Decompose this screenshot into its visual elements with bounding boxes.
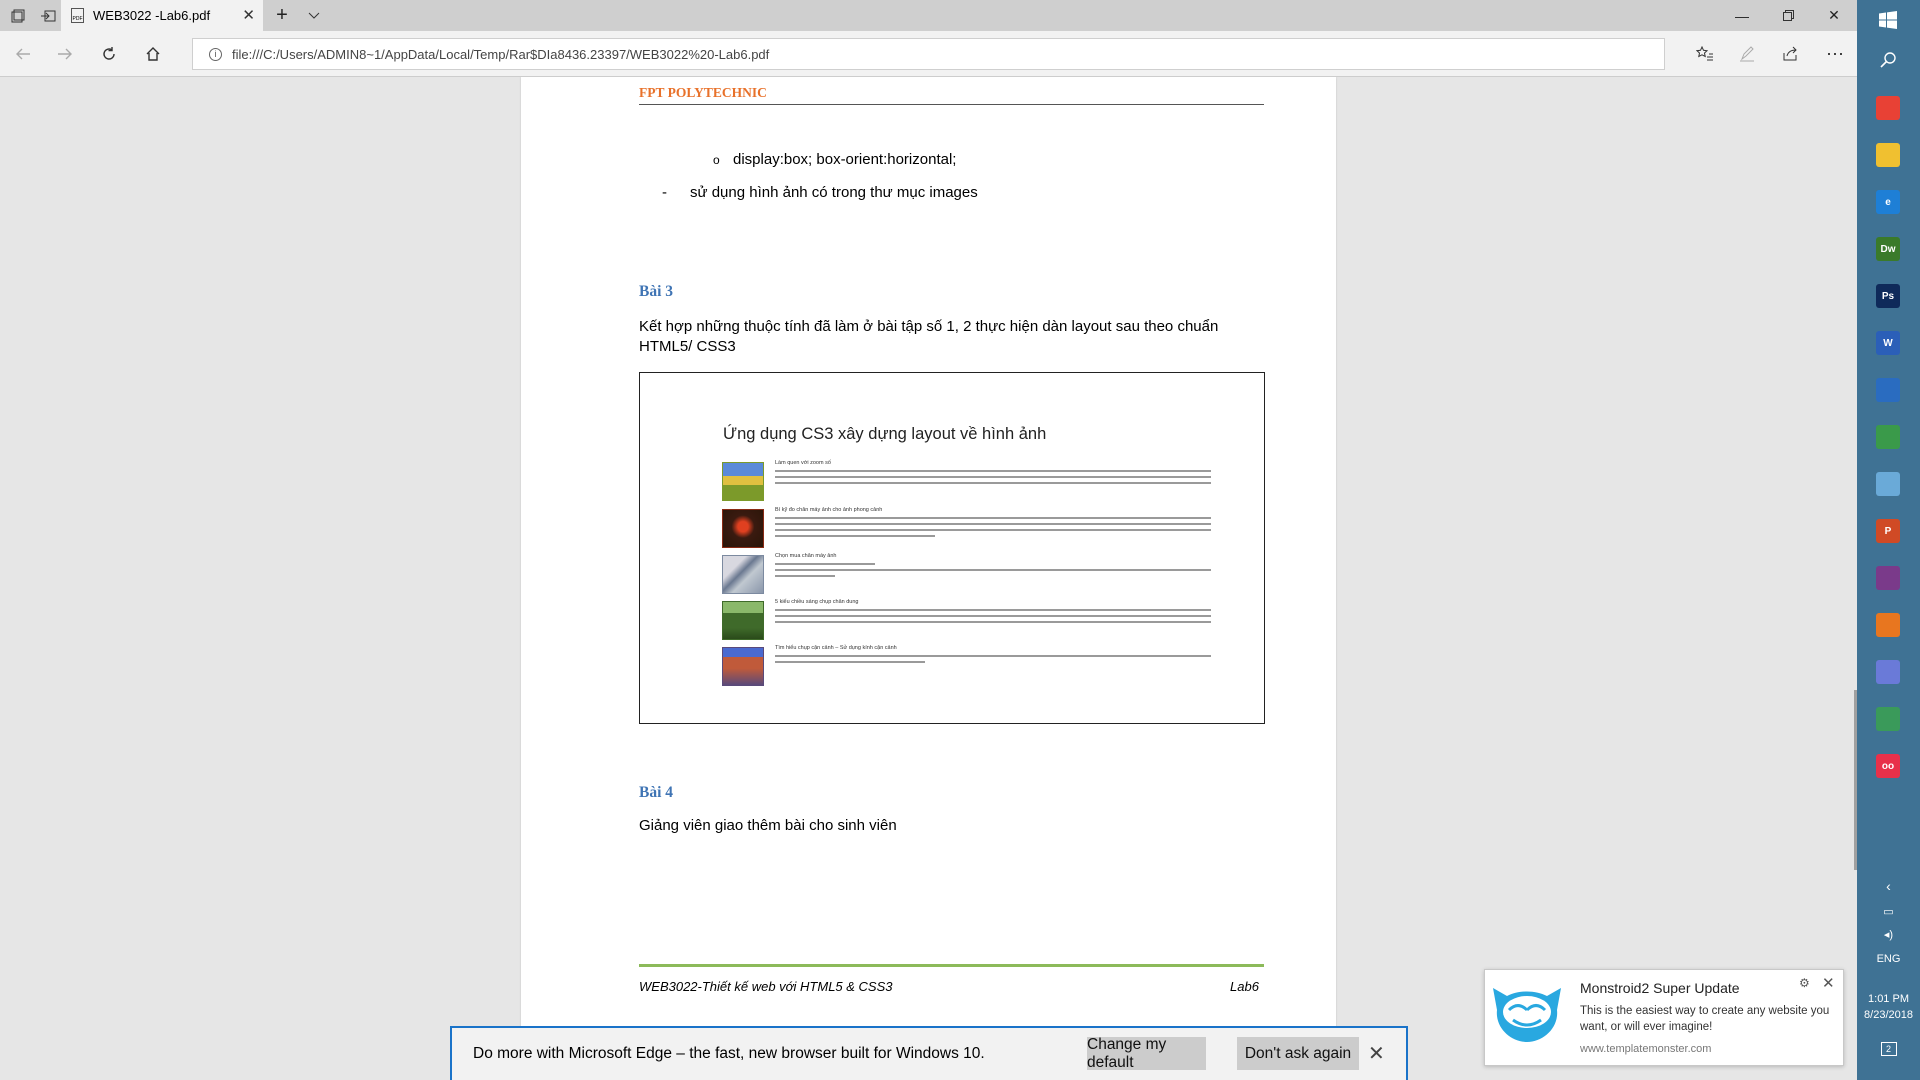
clock-time[interactable]: 1:01 PM [1857,993,1920,1005]
dont-ask-again-button[interactable]: Don't ask again [1237,1037,1359,1070]
discord-icon[interactable] [1876,660,1900,684]
sub-bullet-text: display:box; box-orient:horizontal; [733,151,957,168]
new-tab-button[interactable]: + [270,0,294,31]
figure-item-heading: Bí kỹ đo chân máy ảnh cho ảnh phong cảnh [775,507,883,513]
winrar-icon[interactable] [1876,566,1900,590]
header-divider [639,104,1264,105]
language-indicator[interactable]: ENG [1857,953,1920,965]
footer-divider [639,964,1264,967]
chevron-down-icon[interactable] [302,0,326,31]
footer-lab: Lab6 [1230,979,1259,994]
figure-item: 5 kiểu chiều sáng chụp chân dung [722,599,1211,640]
windows-start-icon[interactable] [1876,8,1900,32]
figure-item: Tìm hiểu chụp cận cảnh – Sử dụng kính cậ… [722,645,1211,686]
main-bullet-text: sử dụng hình ảnh có trong thư mục images [690,184,978,201]
figure-item-heading: Tìm hiểu chụp cận cảnh – Sử dụng kính cậ… [775,645,897,651]
tab-actions-icon[interactable] [4,0,32,31]
more-options-icon[interactable]: ⋯ [1820,39,1850,69]
navigation-bar: i file:///C:/Users/ADMIN8~1/AppData/Loca… [0,31,1857,77]
sub-bullet: o display:box; box-orient:horizontal; [713,151,956,168]
tab-active[interactable]: PDF WEB3022 -Lab6.pdf ✕ [61,0,263,31]
close-window-button[interactable]: ✕ [1811,0,1857,31]
brand-logo-text: FPT POLYTECHNIC [639,85,767,100]
toast-notification[interactable]: Monstroid2 Super Update This is the easi… [1484,969,1844,1066]
close-icon[interactable]: ✕ [1822,974,1835,992]
share-icon[interactable] [1775,39,1805,69]
refresh-icon[interactable] [94,39,124,69]
home-icon[interactable] [138,39,168,69]
figure-item-heading: 5 kiểu chiều sáng chụp chân dung [775,599,859,605]
back-arrow-icon[interactable] [8,39,38,69]
edge-notification-bar: Do more with Microsoft Edge – the fast, … [450,1026,1408,1080]
close-icon[interactable]: ✕ [1368,1041,1385,1066]
address-bar[interactable]: i file:///C:/Users/ADMIN8~1/AppData/Loca… [192,38,1665,70]
set-aside-tabs-icon[interactable] [34,0,62,31]
bai3-heading: Bài 3 [639,283,674,300]
battery-icon[interactable]: ▭ [1857,905,1920,918]
pdf-page: FPT POLYTECHNIC o display:box; box-orient… [521,77,1336,1080]
search-icon[interactable] [1876,48,1900,72]
bullet-marker: - [662,184,667,201]
bullet-marker: o [713,153,720,167]
chrome-icon[interactable] [1876,96,1900,120]
thumbnail-image [722,555,764,594]
android-studio-icon[interactable] [1876,707,1900,731]
main-bullet: - sử dụng hình ảnh có trong thư mục image… [662,184,978,201]
windows-taskbar: e Dw Ps W Poo ‹ ▭ ◂) ENG 1:01 PM 8/23/2018 2 [1857,0,1920,1080]
toast-url: www.templatemonster.com [1580,1043,1712,1055]
edge-icon[interactable]: e [1876,190,1900,214]
edge-message: Do more with Microsoft Edge – the fast, … [473,1045,985,1062]
flickr-app-icon[interactable]: oo [1876,754,1900,778]
layout-figure: Ứng dụng CS3 xây dựng layout về hình ảnh… [639,372,1265,724]
bai4-text: Giảng viên giao thêm bài cho sinh viên [639,817,897,834]
photoshop-icon[interactable]: Ps [1876,284,1900,308]
close-tab-icon[interactable]: ✕ [242,6,255,24]
figure-item: Chọn mua chân máy ảnh [722,553,1211,594]
figure-title: Ứng dụng CS3 xây dựng layout về hình ảnh [723,425,1047,443]
powerpoint-icon[interactable]: P [1876,519,1900,543]
volume-icon[interactable]: ◂) [1857,928,1920,941]
thumbnail-image [722,601,764,640]
change-default-button[interactable]: Change my default [1087,1036,1206,1071]
toast-title: Monstroid2 Super Update [1580,980,1740,996]
figure-item: Làm quen với zoom số [722,460,1211,501]
clock-date[interactable]: 8/23/2018 [1857,1009,1920,1021]
bai4-heading: Bài 4 [639,784,674,801]
word-icon[interactable]: W [1876,331,1900,355]
restore-button[interactable] [1765,0,1811,31]
thumbnail-image [722,462,764,501]
figure-item: Bí kỹ đo chân máy ảnh cho ảnh phong cảnh [722,507,1211,548]
bai3-text: Kết hợp những thuộc tính đã làm ở bài tậ… [639,318,1219,355]
file-explorer-icon[interactable] [1876,143,1900,167]
gear-icon[interactable]: ⚙ [1799,976,1810,990]
virtualbox-icon[interactable] [1876,378,1900,402]
chevron-up-icon[interactable]: ‹ [1857,878,1920,894]
thumbnail-image [722,647,764,686]
pdf-icon: PDF [71,8,84,23]
minimize-button[interactable]: — [1719,0,1765,31]
info-icon[interactable]: i [209,47,222,61]
figure-item-heading: Làm quen với zoom số [775,460,831,466]
firefox-icon[interactable] [1876,613,1900,637]
pdf-viewer: FPT POLYTECHNIC o display:box; box-orient… [0,77,1857,1080]
address-text: file:///C:/Users/ADMIN8~1/AppData/Local/… [232,46,770,62]
toast-body: This is the easiest way to create any we… [1580,1005,1830,1033]
monster-logo-icon [1485,970,1569,1067]
favorites-icon[interactable] [1690,39,1720,69]
footer-course: WEB3022-Thiết kế web với HTML5 & CSS3 [639,979,893,994]
action-center-icon[interactable]: 2 [1857,1042,1920,1056]
pen-icon[interactable] [1732,39,1762,69]
tab-bar: PDF WEB3022 -Lab6.pdf ✕ + — ✕ [0,0,1857,31]
thumbnail-image [722,509,764,548]
dreamweaver-icon[interactable]: Dw [1876,237,1900,261]
notification-count: 2 [1880,1042,1897,1056]
app-people-icon[interactable] [1876,472,1900,496]
app-colorful-icon[interactable] [1876,425,1900,449]
forward-arrow-icon[interactable] [50,39,80,69]
tab-title: WEB3022 -Lab6.pdf [93,8,211,23]
figure-item-heading: Chọn mua chân máy ảnh [775,553,837,559]
